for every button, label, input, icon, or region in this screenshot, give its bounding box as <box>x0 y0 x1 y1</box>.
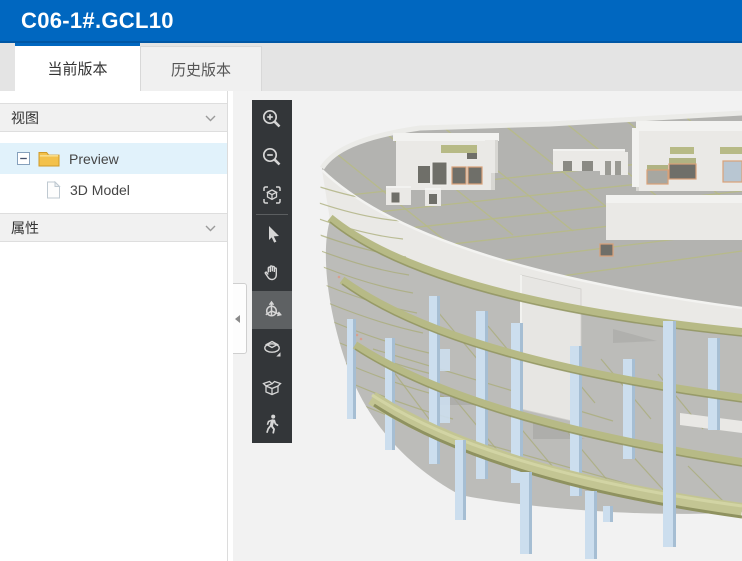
viewport-3d[interactable] <box>233 91 742 561</box>
panel-properties-header[interactable]: 属性 <box>0 213 227 242</box>
bim-viewer-window: C06-1#.GCL10 当前版本 历史版本 视图 <box>0 0 742 561</box>
tree-item-preview[interactable]: Preview <box>0 143 227 174</box>
zoom-out-icon <box>260 145 284 169</box>
pan-hand-icon <box>260 260 284 284</box>
window-title: C06-1#.GCL10 <box>21 8 174 34</box>
model-tree: Preview 3D Model <box>0 143 227 205</box>
tab-current-version[interactable]: 当前版本 <box>15 43 140 91</box>
tab-history-version-label: 历史版本 <box>171 59 231 80</box>
tree-item-3d-model[interactable]: 3D Model <box>0 174 227 205</box>
select-arrow-icon <box>260 222 284 246</box>
isolate-layers-icon <box>260 336 284 360</box>
tree-item-label: 3D Model <box>70 182 130 198</box>
sidebar: 视图 Preview <box>0 91 233 561</box>
collapse-expander-icon[interactable] <box>17 152 30 165</box>
building-model <box>233 91 742 561</box>
orbit-icon <box>260 298 284 322</box>
zoom-out-button[interactable] <box>252 138 292 176</box>
sidebar-collapse-handle[interactable] <box>233 283 247 354</box>
fit-view-cube-icon <box>260 183 284 207</box>
panel-view-label: 视图 <box>11 108 39 128</box>
orbit-button[interactable] <box>252 291 292 329</box>
walk-button[interactable] <box>252 405 292 443</box>
section-box-button[interactable] <box>252 367 292 405</box>
main-area: 视图 Preview <box>0 91 742 561</box>
chevron-down-icon <box>205 219 216 237</box>
pan-button[interactable] <box>252 253 292 291</box>
panel-view-header[interactable]: 视图 <box>0 103 227 132</box>
tab-history-version[interactable]: 历史版本 <box>140 46 262 91</box>
penthouse-a <box>393 133 499 190</box>
document-icon <box>46 181 61 199</box>
folder-icon <box>38 150 60 167</box>
panel-properties-label: 属性 <box>11 218 39 238</box>
chevron-down-icon <box>205 109 216 127</box>
zoom-in-icon <box>260 107 284 131</box>
fit-view-button[interactable] <box>252 176 292 214</box>
zoom-in-button[interactable] <box>252 100 292 138</box>
view-toolbar <box>252 100 292 443</box>
chevron-left-icon <box>235 315 240 323</box>
version-tabbar: 当前版本 历史版本 <box>0 43 742 91</box>
tree-item-label: Preview <box>69 151 119 167</box>
titlebar: C06-1#.GCL10 <box>0 0 742 43</box>
tab-current-version-label: 当前版本 <box>47 58 107 79</box>
select-button[interactable] <box>252 215 292 253</box>
section-box-icon <box>260 374 284 398</box>
walk-person-icon <box>260 412 284 436</box>
view-isolate-button[interactable] <box>252 329 292 367</box>
